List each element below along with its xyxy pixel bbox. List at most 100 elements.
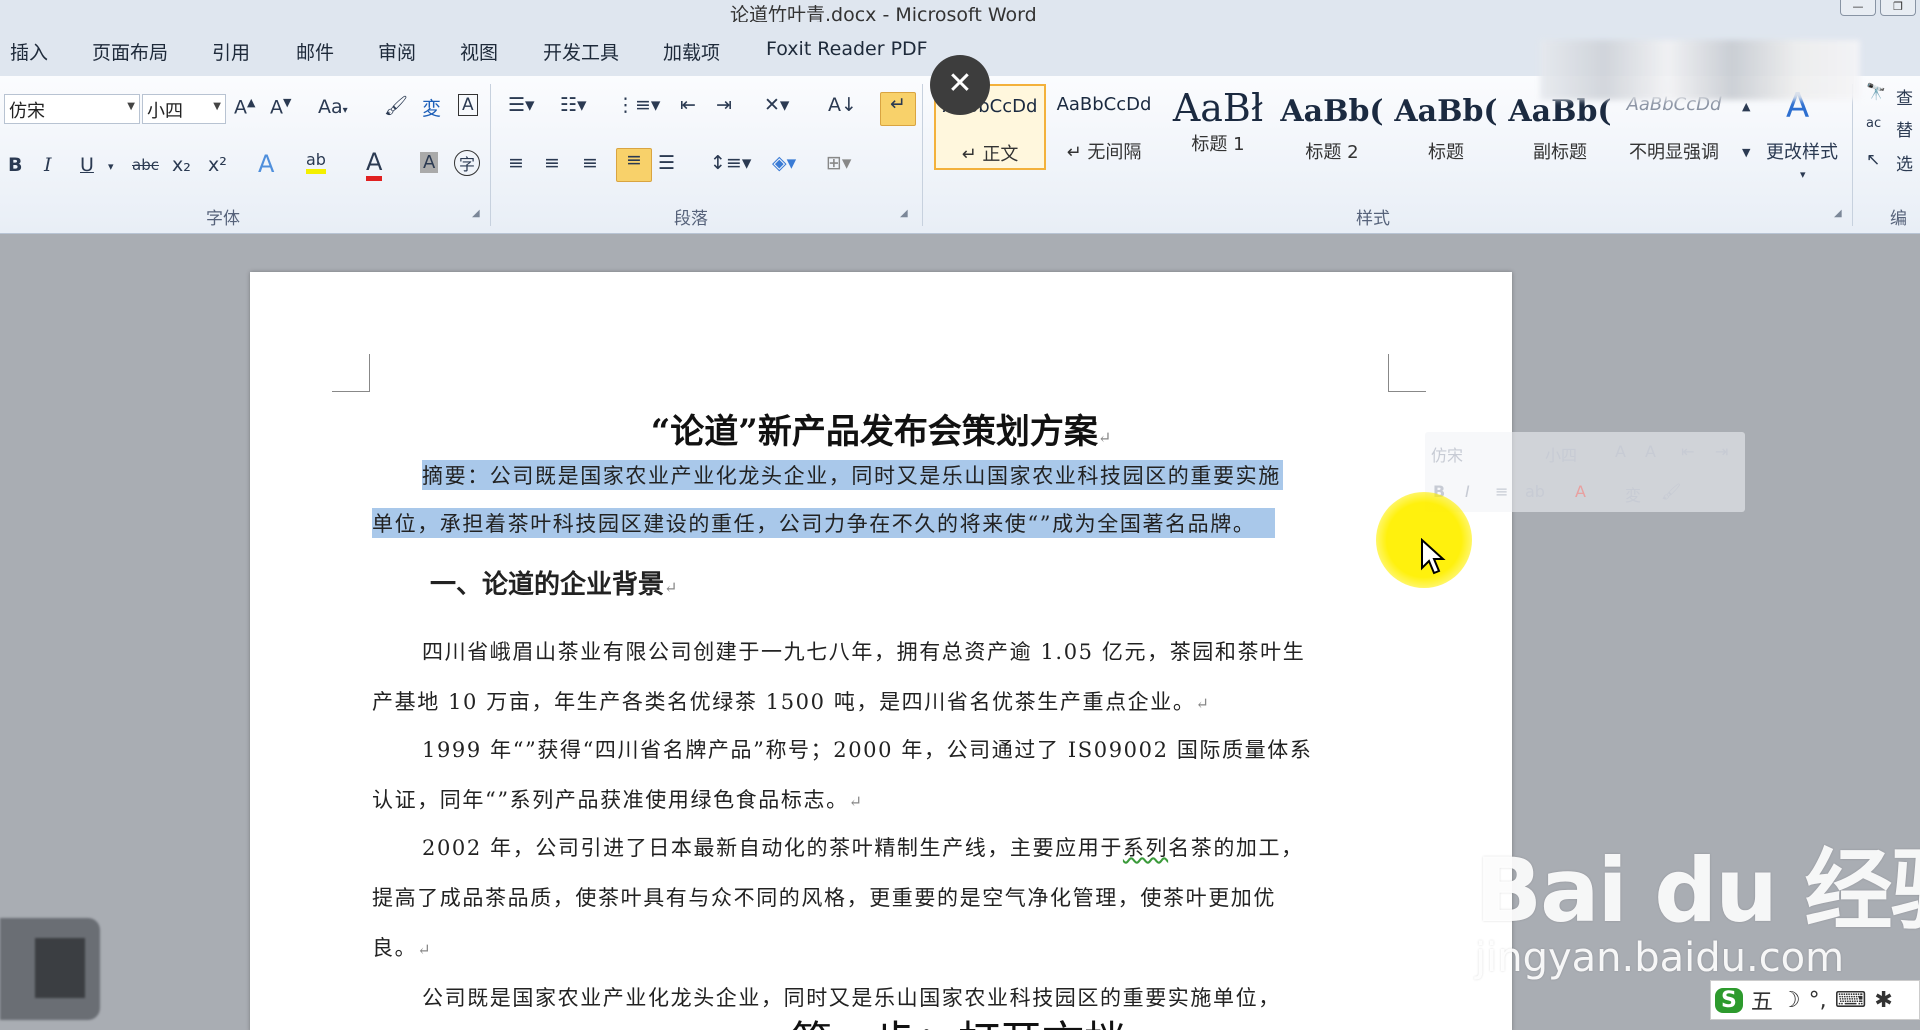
style-preview: AaBbCcDd [1056,94,1152,115]
replace-icon[interactable]: ac [1866,116,1881,131]
divider [922,84,923,226]
enclose-characters-icon[interactable]: 字 [454,150,480,176]
numbering-icon[interactable]: ☷▾ [560,94,587,116]
style-no-spacing[interactable]: AaBbCcDd ↵ 无间隔 [1048,84,1160,170]
font-size-combo[interactable]: 小四 ▼ [142,94,226,124]
tab-foxit-reader-pdf[interactable]: Foxit Reader PDF [766,38,928,60]
style-title[interactable]: AaBb( 标题 [1390,84,1502,170]
grow-font-icon[interactable]: A [1615,442,1626,461]
format-painter-icon[interactable]: 🖌 [1661,482,1681,501]
moon-icon[interactable]: ☽ [1781,988,1801,1013]
subscript-button[interactable]: x₂ [172,154,191,176]
minimize-button[interactable]: — [1840,0,1876,16]
multilevel-list-icon[interactable]: ⋮≡▾ [616,94,660,116]
tab-view[interactable]: 视图 [460,38,498,65]
align-center-icon[interactable]: ≡ [1495,482,1508,501]
watermark-brand: Bai du 经验 [1475,839,1920,942]
borders-icon[interactable]: ⊞▾ [826,152,851,174]
underline-button[interactable]: U [80,154,94,176]
crop-mark [1388,354,1426,392]
chevron-down-icon[interactable]: ▾ [108,160,114,173]
paragraph-text: 良。 [372,936,418,960]
mini-font-name[interactable]: 仿宋 [1431,442,1463,466]
bullets-icon[interactable]: ☰▾ [508,94,535,116]
mini-font-size[interactable]: 小四 [1545,442,1577,466]
distributed-icon[interactable]: ☰ [658,152,675,174]
close-icon[interactable]: ✕ [930,55,990,115]
tab-page-layout[interactable]: 页面布局 [92,38,168,65]
character-shading-icon[interactable]: A [420,152,439,173]
decrease-indent-icon[interactable]: ⇤ [680,94,696,116]
shrink-font-icon[interactable]: A▼ [270,96,291,118]
character-border-icon[interactable]: A [458,94,478,116]
clear-formatting-icon[interactable]: 🖌 [384,94,408,117]
strikethrough-button[interactable]: abc [132,156,159,174]
phonetic-guide-icon[interactable]: 変 [422,94,441,121]
change-styles-button[interactable]: 更改样式 [1766,138,1838,164]
paragraph-mark-icon: ↵ [417,940,433,959]
dialog-launcher-icon[interactable]: ◢ [1834,208,1842,219]
find-icon[interactable]: 🔭 [1866,82,1886,101]
scroll-up-icon[interactable]: ▲ [1742,100,1750,113]
sogou-icon[interactable]: S [1715,987,1743,1013]
align-left-icon[interactable]: ≡ [508,152,524,174]
tab-references[interactable]: 引用 [212,38,250,65]
change-case-icon[interactable]: Aa▾ [318,96,348,118]
more-styles-icon[interactable]: ▼ [1742,146,1750,159]
increase-indent-icon[interactable]: ⇥ [716,94,732,116]
ime-status-bar[interactable]: S 五 ☽ °, ⌨ ✱ [1710,980,1920,1020]
align-center-icon[interactable]: ≡ [544,152,560,174]
align-right-icon[interactable]: ≡ [582,152,598,174]
font-color-icon[interactable]: A [1575,482,1586,501]
replace-label[interactable]: 替 [1896,116,1913,141]
font-name-combo[interactable]: 仿宋 ▼ [4,94,140,124]
grow-font-icon[interactable]: A▲ [234,96,255,118]
highlight-icon[interactable]: ab [306,150,326,174]
style-heading-2[interactable]: AaBb( 标题 2 [1276,84,1388,170]
bold-button[interactable]: B [8,154,22,176]
dialog-launcher-icon[interactable]: ◢ [900,208,908,219]
text-effects-icon[interactable]: A [258,150,274,178]
style-heading-1[interactable]: AaBł 标题 1 [1162,84,1274,170]
dialog-launcher-icon[interactable]: ◢ [472,208,480,219]
highlight-icon[interactable]: ab [1525,482,1545,501]
tools-icon[interactable]: ✱ [1874,988,1892,1013]
chinese-layout-icon[interactable]: ✕▾ [764,94,789,116]
phonetic-guide-icon[interactable]: 変 [1625,482,1641,506]
increase-indent-icon[interactable]: ⇥ [1715,442,1728,461]
sort-icon[interactable]: A↓ [828,94,857,116]
superscript-button[interactable]: x² [208,154,227,176]
tab-addins[interactable]: 加载项 [663,38,720,65]
select-label[interactable]: 选 [1896,150,1913,175]
chevron-down-icon[interactable]: ▼ [127,101,135,112]
line-spacing-icon[interactable]: ↕≡▾ [710,152,751,174]
tab-review[interactable]: 审阅 [378,38,416,65]
show-hide-marks-button[interactable]: ↵ [880,92,916,126]
paragraph-mark-icon: ↵ [1097,428,1112,447]
justify-button[interactable]: ≡ [616,148,652,182]
punctuation-icon[interactable]: °, [1809,988,1827,1013]
find-label[interactable]: 查 [1896,84,1913,109]
mini-toolbar[interactable]: 仿宋 小四 A A ⇤ ⇥ B I ≡ ab A 変 🖌 [1425,432,1745,512]
keyboard-icon[interactable]: ⌨ [1835,988,1867,1013]
tab-mailings[interactable]: 邮件 [296,38,334,65]
chevron-down-icon[interactable]: ▼ [213,101,221,112]
italic-button[interactable]: I [44,154,52,176]
avatar [0,918,100,1020]
spelling-error-text[interactable]: 系列 [1123,836,1168,860]
tab-insert[interactable]: 插入 [10,38,48,65]
select-icon[interactable]: ↖ [1866,150,1880,170]
shrink-font-icon[interactable]: A [1645,442,1656,461]
tab-developer[interactable]: 开发工具 [543,38,619,65]
edit-group-label: 编 [1890,209,1907,229]
shading-icon[interactable]: ◈▾ [772,152,796,174]
style-preview: AaBb( [1280,94,1384,129]
maximize-button[interactable]: ❐ [1880,0,1916,16]
italic-icon[interactable]: I [1465,482,1470,501]
font-color-icon[interactable]: A [366,148,383,181]
paragraph-mark-icon: ↵ [848,792,864,811]
document-page[interactable]: “论道”新产品发布会策划方案↵ 摘要：公司既是国家农业产业化龙头企业，同时又是乐… [250,272,1512,1030]
decrease-indent-icon[interactable]: ⇤ [1681,442,1694,461]
chevron-down-icon[interactable]: ▾ [1800,168,1806,181]
ime-mode[interactable]: 五 [1751,984,1773,1016]
